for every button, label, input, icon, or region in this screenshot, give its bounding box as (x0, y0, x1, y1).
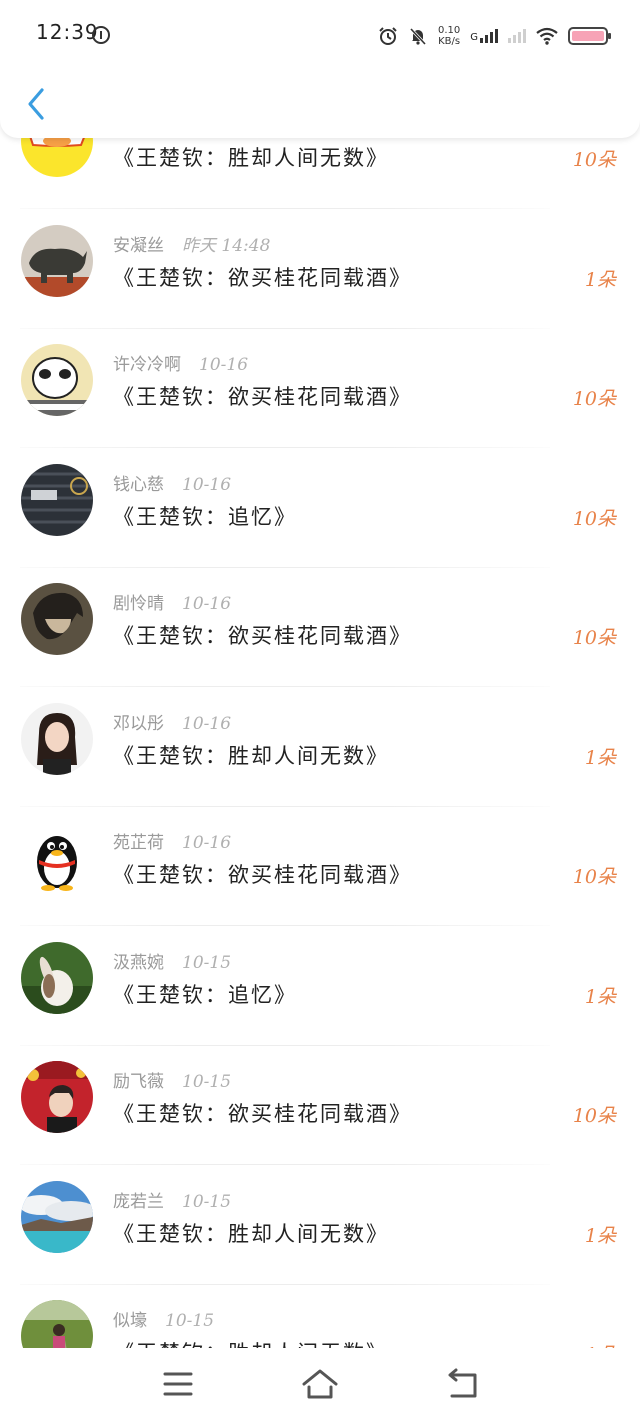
avatar[interactable] (21, 344, 93, 416)
message-time: 10-16 (182, 474, 232, 495)
message-time: 10-16 (199, 355, 249, 375)
message-meta: 庞若兰 10-15 (113, 1187, 231, 1212)
book-title[interactable]: 《王楚钦：追忆》 (113, 501, 297, 531)
message-meta: 汲燕婉 10-15 (113, 948, 231, 973)
home-button[interactable] (300, 1366, 340, 1402)
message-row[interactable]: 剧怜晴 10-16 《王楚钦：欲买桂花同载酒》 10朵 (0, 568, 640, 687)
sender-name[interactable]: 许冷冷啊 (113, 355, 181, 375)
book-title[interactable]: 《王楚钦：欲买桂花同载酒》 (113, 381, 412, 411)
gift-message-list: 《王楚钦：胜却人间无数》 10朵 安凝丝 昨天 14:48 《王楚钦：欲买桂花同载酒》 1… (0, 104, 640, 1348)
message-meta: 励飞薇 10-15 (113, 1067, 231, 1092)
message-meta: 邓以彤 10-16 (113, 709, 231, 734)
message-meta: 安凝丝 昨天 14:48 (113, 231, 270, 256)
book-title[interactable]: 《王楚钦：胜却人间无数》 (113, 1218, 389, 1248)
alarm-icon (379, 27, 397, 45)
avatar[interactable] (21, 1300, 93, 1348)
top-bar: 12:39 0.10 KB/s G (0, 0, 640, 138)
book-title[interactable]: 《王楚钦：胜却人间无数》 (113, 142, 389, 172)
message-meta: 许冷冷啊 10-16 (113, 350, 248, 375)
menu-button[interactable] (158, 1366, 198, 1402)
sender-name[interactable]: 苑芷荷 (113, 833, 164, 853)
message-row[interactable]: 似壕 10-15 《王楚钦：胜却人间无数》 1朵 (0, 1285, 640, 1348)
message-time: 10-16 (182, 833, 232, 853)
avatar[interactable] (21, 941, 93, 1014)
home-icon (302, 1369, 338, 1399)
book-title[interactable]: 《王楚钦：胜却人间无数》 (113, 740, 389, 770)
chevron-left-icon (28, 88, 44, 120)
gift-amount: 10朵 (572, 1105, 616, 1127)
gift-amount: 10朵 (572, 866, 616, 888)
message-row[interactable]: 钱心慈 10-16 《王楚钦：追忆》 10朵 (0, 449, 640, 568)
sender-name[interactable]: 钱心慈 (113, 475, 164, 495)
menu-icon (163, 1372, 193, 1396)
gift-amount: 10朵 (572, 627, 616, 649)
message-time: 10-15 (165, 1311, 215, 1331)
book-title[interactable]: 《王楚钦：欲买桂花同载酒》 (113, 859, 412, 889)
back-button[interactable] (22, 84, 52, 124)
book-title[interactable]: 《王楚钦：欲买桂花同载酒》 (113, 620, 412, 650)
net-speed: 0.10 KB/s (438, 25, 460, 47)
status-icons: 0.10 KB/s G (378, 22, 611, 50)
message-meta: 钱心慈 10-16 (113, 470, 231, 495)
message-row[interactable]: 汲燕婉 10-15 《王楚钦：追忆》 1朵 (0, 927, 640, 1046)
message-row[interactable]: 庞若兰 10-15 《王楚钦：胜却人间无数》 1朵 (0, 1166, 640, 1285)
message-row[interactable]: 苑芷荷 10-16 《王楚钦：欲买桂花同载酒》 10朵 (0, 807, 640, 926)
signal-type-label: G (470, 32, 478, 43)
book-title[interactable]: 《王楚钦：追忆》 (113, 979, 297, 1009)
battery-level (572, 31, 604, 41)
signal-2-icon (508, 29, 526, 43)
message-time: 10-15 (182, 1072, 232, 1092)
message-row[interactable]: 励飞薇 10-15 《王楚钦：欲买桂花同载酒》 10朵 (0, 1046, 640, 1165)
wifi-icon (536, 27, 558, 45)
avatar[interactable] (21, 583, 93, 655)
data-saver-icon (92, 26, 110, 44)
message-time: 昨天 14:48 (182, 235, 271, 256)
gift-amount: 10朵 (572, 388, 616, 410)
book-title[interactable]: 《王楚钦：欲买桂花同载酒》 (113, 262, 412, 292)
mute-icon (409, 27, 427, 46)
sender-name[interactable]: 邓以彤 (113, 714, 164, 734)
message-time: 10-16 (182, 713, 232, 734)
message-time: 10-15 (182, 952, 232, 973)
gift-amount: 1朵 (584, 985, 616, 1008)
message-time: 10-16 (182, 594, 232, 614)
message-time: 10-15 (182, 1191, 232, 1212)
avatar[interactable] (21, 822, 93, 894)
message-meta: 剧怜晴 10-16 (113, 589, 231, 614)
system-nav-bar (0, 1348, 640, 1422)
battery-icon (568, 27, 611, 45)
sender-name[interactable]: 似壕 (113, 1311, 147, 1331)
net-speed-unit: KB/s (438, 36, 461, 47)
gift-amount: 1朵 (584, 268, 616, 291)
return-button[interactable] (442, 1366, 482, 1402)
gift-amount: 1朵 (584, 746, 616, 769)
message-meta: 苑芷荷 10-16 (113, 828, 231, 853)
sender-name[interactable]: 励飞薇 (113, 1072, 164, 1092)
avatar[interactable] (21, 463, 93, 536)
gift-amount: 1朵 (584, 1224, 616, 1247)
message-row[interactable]: 邓以彤 10-16 《王楚钦：胜却人间无数》 1朵 (0, 688, 640, 807)
message-row[interactable]: 安凝丝 昨天 14:48 《王楚钦：欲买桂花同载酒》 1朵 (0, 210, 640, 329)
net-speed-value: 0.10 (437, 25, 461, 36)
sender-name[interactable]: 剧怜晴 (113, 594, 164, 614)
sender-name[interactable]: 安凝丝 (113, 236, 164, 256)
avatar[interactable] (21, 224, 93, 297)
book-title[interactable]: 《王楚钦：胜却人间无数》 (113, 1337, 389, 1348)
sender-name[interactable]: 庞若兰 (113, 1192, 164, 1212)
gift-amount: 10朵 (572, 507, 616, 530)
avatar[interactable] (21, 702, 93, 775)
gift-amount: 10朵 (572, 149, 616, 171)
signal-icon: G (470, 29, 498, 43)
back-icon (448, 1368, 477, 1398)
avatar[interactable] (21, 1061, 93, 1133)
avatar[interactable] (21, 1180, 93, 1253)
sender-name[interactable]: 汲燕婉 (113, 953, 164, 973)
book-title[interactable]: 《王楚钦：欲买桂花同载酒》 (113, 1098, 412, 1128)
status-time: 12:39 (36, 20, 99, 44)
message-meta: 似壕 10-15 (113, 1306, 214, 1331)
screen: 《王楚钦：胜却人间无数》 10朵 安凝丝 昨天 14:48 《王楚钦：欲买桂花同载酒》 1… (0, 0, 640, 1422)
gift-amount: 1朵 (585, 1340, 616, 1348)
message-row[interactable]: 许冷冷啊 10-16 《王楚钦：欲买桂花同载酒》 10朵 (0, 329, 640, 448)
